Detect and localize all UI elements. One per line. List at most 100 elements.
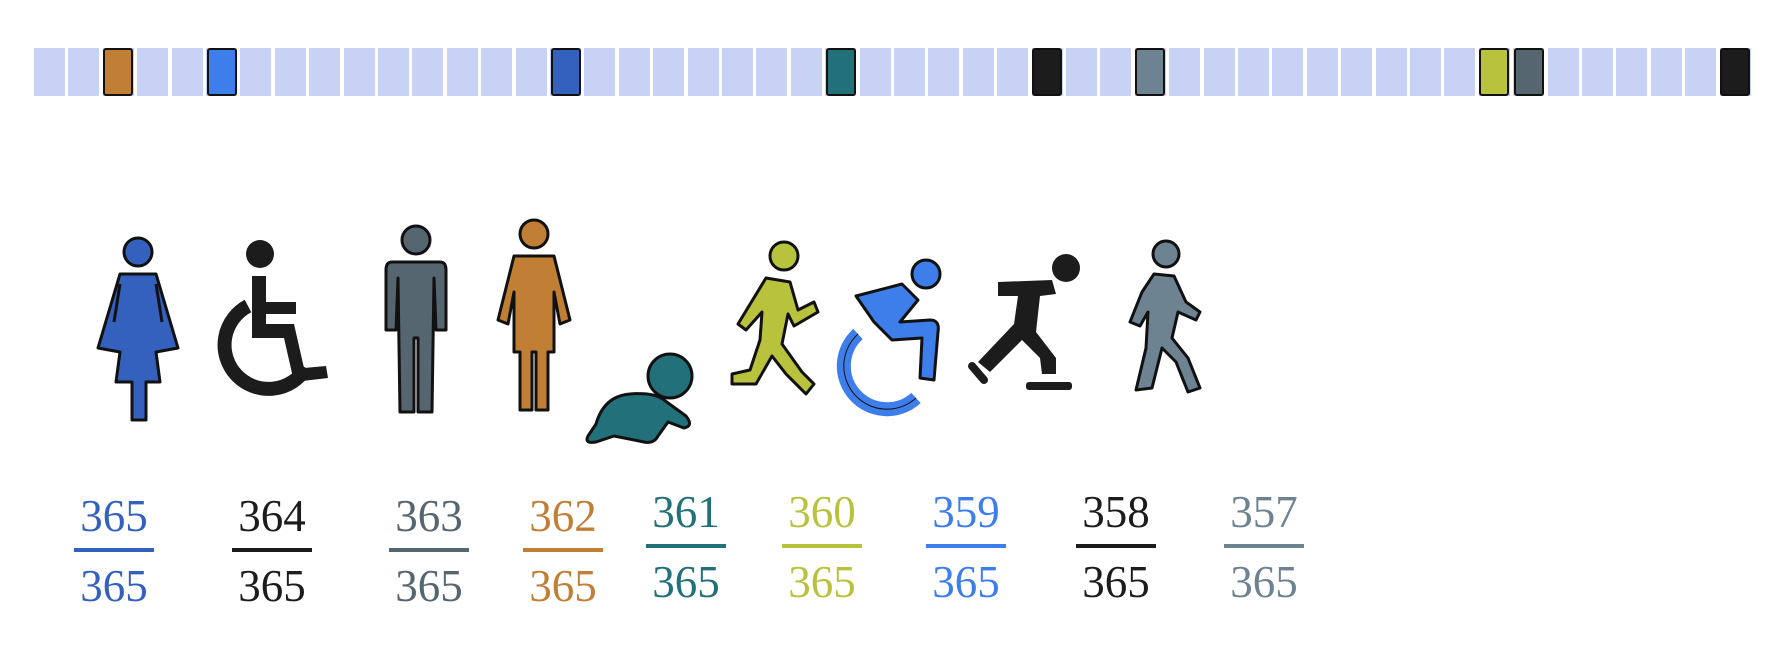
fraction: 363 365: [389, 490, 469, 612]
timeline-cell: [343, 48, 375, 96]
fraction-bar: [926, 544, 1006, 548]
running-child-icon: [698, 234, 838, 424]
timeline-cell: [687, 48, 719, 96]
timeline-cell: [653, 48, 685, 96]
timeline-cell: [1410, 48, 1441, 96]
fraction-bar: [646, 544, 726, 548]
fraction-numerator: 361: [652, 487, 720, 537]
fraction-denominator: 365: [652, 557, 720, 607]
timeline-marker: [1135, 48, 1166, 96]
timeline-marker: [1513, 48, 1544, 96]
timeline-cell: [1306, 48, 1338, 96]
timeline-cell: [1341, 48, 1373, 96]
timeline-marker: [825, 48, 856, 96]
walking-person-icon: [1090, 238, 1230, 428]
timeline-cell: [1616, 48, 1648, 96]
fraction: 361 365: [646, 486, 726, 608]
walking-person-icon-graphic: [1128, 239, 1202, 394]
fraction-denominator: 365: [788, 557, 856, 607]
fraction: 357 365: [1224, 486, 1304, 608]
timeline-cell: [1685, 48, 1717, 96]
timeline-cell: [1444, 48, 1476, 96]
timeline-cell: [790, 48, 822, 96]
timeline-marker: [206, 48, 237, 96]
timeline-cell: [1238, 48, 1269, 96]
timeline-cell: [137, 48, 169, 96]
timeline-cell: [1375, 48, 1407, 96]
timeline-cell: [240, 48, 272, 96]
timeline-cell: [515, 48, 547, 96]
fraction-denominator: 365: [529, 561, 597, 611]
timeline-marker: [1720, 48, 1751, 96]
timeline-cell: [859, 48, 891, 96]
timeline-cell: [584, 48, 616, 96]
fraction-numerator: 363: [395, 491, 463, 541]
timeline-cell: [68, 48, 100, 96]
fraction-numerator: 364: [238, 491, 306, 541]
fraction-bar: [389, 548, 469, 552]
fraction: 365 365: [74, 490, 154, 612]
timeline-cell: [1582, 48, 1613, 96]
ice-skater-icon: [960, 246, 1100, 436]
timeline-cell: [1100, 48, 1132, 96]
timeline-cell: [1169, 48, 1201, 96]
fraction-bar: [523, 548, 603, 552]
crawling-baby-icon: [574, 276, 714, 466]
woman-icon-graphic: [96, 236, 180, 422]
timeline-cell: [1547, 48, 1579, 96]
fraction-numerator: 357: [1230, 487, 1298, 537]
timeline-cell: [1066, 48, 1097, 96]
timeline-cell: [894, 48, 925, 96]
timeline-marker: [1032, 48, 1063, 96]
timeline-cell: [309, 48, 341, 96]
timeline-cell: [378, 48, 409, 96]
fraction-bar: [74, 548, 154, 552]
crawling-baby-icon-graphic: [585, 352, 694, 444]
fraction-bar: [1076, 544, 1156, 548]
timeline-cell: [446, 48, 478, 96]
timeline-marker: [103, 48, 134, 96]
timeline-cell: [618, 48, 650, 96]
fraction-denominator: 365: [395, 561, 463, 611]
wheelchair-icon: [208, 232, 348, 422]
fraction: 360 365: [782, 486, 862, 608]
timeline-cell: [928, 48, 960, 96]
timeline-cell: [34, 48, 65, 96]
timeline-cell: [722, 48, 753, 96]
fraction-denominator: 365: [1082, 557, 1150, 607]
timeline-cell: [412, 48, 444, 96]
fraction-denominator: 365: [932, 557, 1000, 607]
fraction: 359 365: [926, 486, 1006, 608]
active-wheelchair-icon-graphic: [836, 258, 942, 417]
timeline-cell: [171, 48, 203, 96]
timeline-marker: [550, 48, 581, 96]
timeline-cell: [1203, 48, 1235, 96]
timeline-cell: [481, 48, 513, 96]
fraction-bar: [782, 544, 862, 548]
timeline-cell: [274, 48, 306, 96]
running-child-icon-graphic: [730, 240, 820, 396]
timeline-cell: [997, 48, 1029, 96]
timeline-marker: [1479, 48, 1510, 96]
fraction-bar: [232, 548, 312, 552]
fraction-numerator: 358: [1082, 487, 1150, 537]
fraction: 358 365: [1076, 486, 1156, 608]
active-wheelchair-icon: [822, 248, 962, 438]
fraction-numerator: 360: [788, 487, 856, 537]
fraction-numerator: 362: [529, 491, 597, 541]
timeline-cell: [962, 48, 994, 96]
ice-skater-icon-graphic: [968, 254, 1080, 390]
wheelchair-icon-graphic: [217, 240, 328, 396]
fraction-numerator: 365: [80, 491, 148, 541]
fraction-denominator: 365: [80, 561, 148, 611]
timeline-cell: [1272, 48, 1304, 96]
fraction-row: 365 365 364 365 363 365 362 365 361 365 360 365 359 3…: [0, 487, 1768, 630]
figure-row: [0, 218, 1768, 444]
fraction-denominator: 365: [238, 561, 306, 611]
fraction: 364 365: [232, 490, 312, 612]
woman-icon: [68, 230, 208, 422]
fraction-numerator: 359: [932, 487, 1000, 537]
timeline-cell: [756, 48, 788, 96]
fraction-bar: [1224, 544, 1304, 548]
fraction: 362 365: [523, 490, 603, 612]
